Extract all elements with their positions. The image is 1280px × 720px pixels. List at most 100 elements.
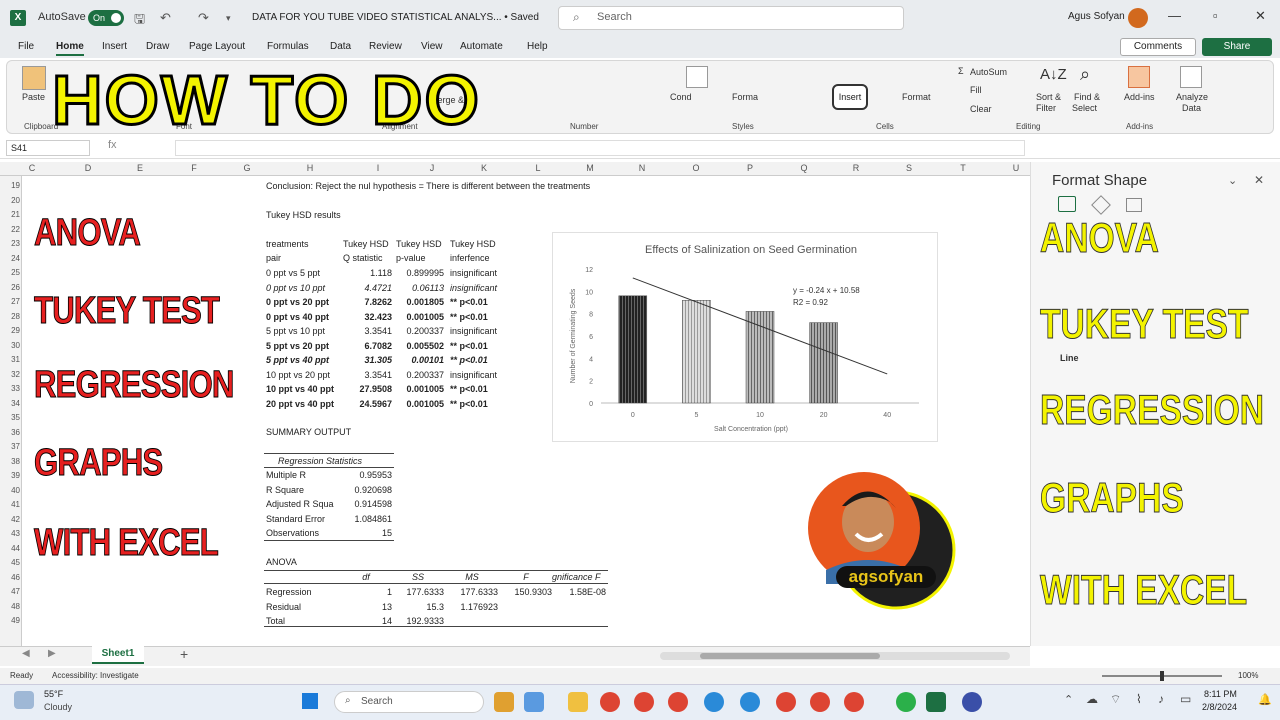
row-header[interactable]: 20	[2, 196, 20, 205]
conditional-format-icon[interactable]	[686, 66, 708, 88]
column-header[interactable]: R	[846, 163, 866, 173]
bar-chart[interactable]: Effects of Salinization on Seed Germinat…	[553, 233, 939, 443]
row-header[interactable]: 40	[2, 486, 20, 495]
select-button[interactable]: Select	[1072, 103, 1097, 113]
row-header[interactable]: 23	[2, 239, 20, 248]
column-header[interactable]: F	[184, 163, 204, 173]
undo-icon[interactable]: ↶	[160, 10, 171, 26]
notification-icon[interactable]: 🔔	[1258, 693, 1272, 706]
comments-button[interactable]: Comments	[1120, 38, 1196, 56]
user-avatar[interactable]	[1128, 8, 1148, 28]
column-header[interactable]: E	[130, 163, 150, 173]
row-header[interactable]: 49	[2, 616, 20, 625]
next-sheet-icon[interactable]: ▶	[48, 648, 56, 659]
taskbar-app-icon[interactable]	[494, 692, 514, 712]
document-title[interactable]: DATA FOR YOU TUBE VIDEO STATISTICAL ANAL…	[252, 12, 539, 23]
panel-close-icon[interactable]: ✕	[1254, 173, 1264, 187]
column-header[interactable]: K	[474, 163, 494, 173]
filter-button[interactable]: Filter	[1036, 103, 1056, 113]
clock-date[interactable]: 2/8/2024	[1202, 702, 1237, 712]
tukey-p[interactable]: 0.001005	[394, 384, 444, 394]
conditional-format-button[interactable]: Cond	[670, 92, 692, 102]
scrollbar-thumb[interactable]	[700, 653, 880, 659]
column-header[interactable]: U	[1006, 163, 1026, 173]
fill-line-tab-icon[interactable]	[1058, 196, 1076, 212]
user-name[interactable]: Agus Sofyan	[1068, 11, 1125, 22]
edge-icon[interactable]	[740, 692, 760, 712]
row-header[interactable]: 36	[2, 428, 20, 437]
reg-stat-label[interactable]: R Square	[266, 485, 304, 495]
menu-automate[interactable]: Automate	[460, 41, 503, 52]
tukey-inference[interactable]: ** p<0.01	[450, 312, 488, 322]
tukey-q[interactable]: 3.3541	[338, 326, 392, 336]
chrome-icon[interactable]	[634, 692, 654, 712]
battery-icon[interactable]: ▭	[1180, 692, 1191, 706]
row-header[interactable]: 24	[2, 254, 20, 263]
reg-stat-label[interactable]: Standard Error	[266, 514, 325, 524]
row-header[interactable]: 45	[2, 558, 20, 567]
anova-sig[interactable]: 1.58E-08	[554, 587, 606, 597]
analyze-data-icon[interactable]	[1180, 66, 1202, 88]
reg-stat-value[interactable]: 0.920698	[336, 485, 392, 495]
column-header[interactable]: Q	[794, 163, 814, 173]
tukey-p[interactable]: 0.005502	[394, 341, 444, 351]
row-header[interactable]: 42	[2, 515, 20, 524]
row-header[interactable]: 43	[2, 529, 20, 538]
line-section-label[interactable]: Line	[1060, 353, 1079, 363]
reg-stat-label[interactable]: Multiple R	[266, 470, 306, 480]
tukey-p[interactable]: 0.200337	[394, 326, 444, 336]
find-button[interactable]: Find &	[1074, 92, 1100, 102]
tukey-inference[interactable]: ** p<0.01	[450, 297, 488, 307]
paste-icon[interactable]	[22, 66, 46, 90]
weather-temp[interactable]: 55°F	[44, 689, 63, 699]
tukey-q[interactable]: 24.5967	[338, 399, 392, 409]
row-header[interactable]: 38	[2, 457, 20, 466]
column-header[interactable]: I	[368, 163, 388, 173]
format-table-button[interactable]: Forma	[732, 92, 758, 102]
tray-expand-icon[interactable]: ⌃	[1064, 693, 1073, 706]
autosave-toggle[interactable]: On	[88, 10, 124, 26]
anova-row-label[interactable]: Total	[266, 616, 285, 626]
row-header[interactable]: 25	[2, 268, 20, 277]
menu-help[interactable]: Help	[527, 41, 548, 52]
row-header[interactable]: 47	[2, 587, 20, 596]
save-icon[interactable]: 🖫	[134, 10, 145, 32]
fill-button[interactable]: Fill	[970, 85, 982, 95]
tukey-p[interactable]: 0.001005	[394, 312, 444, 322]
paste-button[interactable]: Paste	[22, 92, 45, 102]
tukey-q[interactable]: 3.3541	[338, 370, 392, 380]
tukey-inference[interactable]: ** p<0.01	[450, 384, 488, 394]
weather-desc[interactable]: Cloudy	[44, 702, 72, 712]
tukey-p[interactable]: 0.001805	[394, 297, 444, 307]
row-header[interactable]: 41	[2, 500, 20, 509]
column-header[interactable]: N	[632, 163, 652, 173]
tukey-inference[interactable]: ** p<0.01	[450, 399, 488, 409]
tukey-p[interactable]: 0.001005	[394, 399, 444, 409]
tukey-q[interactable]: 31.305	[338, 355, 392, 365]
row-header[interactable]: 32	[2, 370, 20, 379]
find-icon[interactable]: ⌕	[1080, 64, 1090, 85]
tukey-p[interactable]: 0.200337	[394, 370, 444, 380]
column-header[interactable]: D	[78, 163, 98, 173]
reg-stat-label[interactable]: Adjusted R Squa	[266, 499, 334, 509]
tukey-pair[interactable]: 10 ppt vs 40 ppt	[266, 384, 334, 394]
anova-ss[interactable]: 192.9333	[392, 616, 444, 626]
addins-button[interactable]: Add-ins	[1124, 92, 1155, 102]
network-icon[interactable]: ⌔	[1110, 692, 1121, 707]
taskbar-app-icon[interactable]	[524, 692, 544, 712]
name-box[interactable]: S41	[6, 140, 90, 156]
row-header[interactable]: 35	[2, 413, 20, 422]
column-header[interactable]: H	[300, 163, 320, 173]
whatsapp-icon[interactable]	[896, 692, 916, 712]
menu-file[interactable]: File	[18, 41, 34, 52]
redo-icon[interactable]: ↷	[198, 10, 209, 26]
tukey-inference[interactable]: insignificant	[450, 370, 497, 380]
anova-ss[interactable]: 177.6333	[392, 587, 444, 597]
clock-time[interactable]: 8:11 PM	[1204, 689, 1237, 699]
addins-icon[interactable]	[1128, 66, 1150, 88]
menu-review[interactable]: Review	[369, 41, 402, 52]
row-header[interactable]: 39	[2, 471, 20, 480]
row-header[interactable]: 34	[2, 399, 20, 408]
clear-button[interactable]: Clear	[970, 104, 992, 114]
tukey-q[interactable]: 6.7082	[338, 341, 392, 351]
